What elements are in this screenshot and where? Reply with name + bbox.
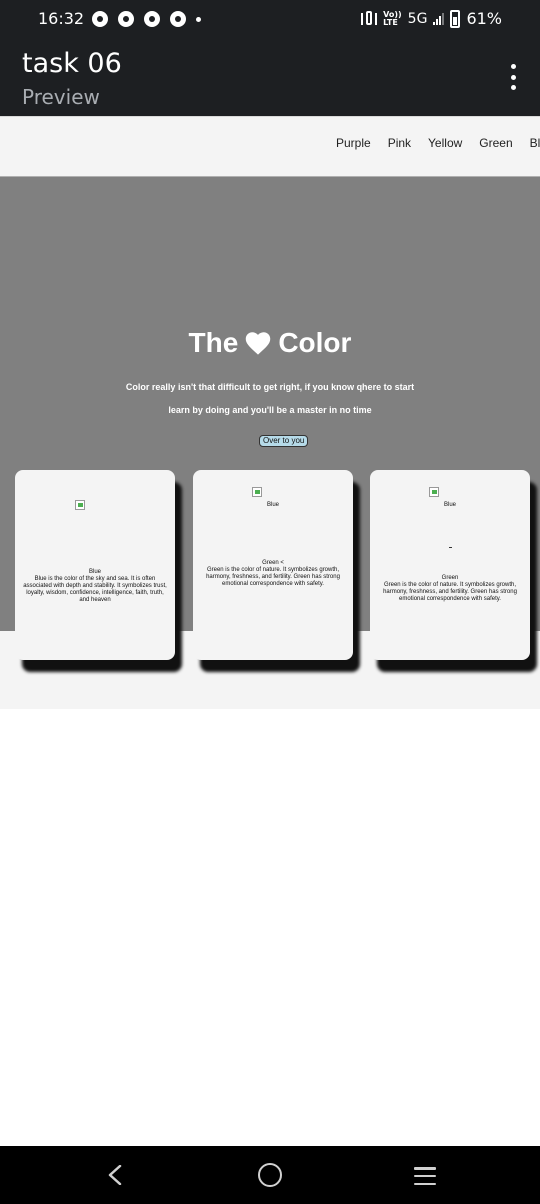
back-icon[interactable] [106,1165,124,1185]
color-card-blue: Blue Blue is the color of the sky and se… [15,470,175,660]
notification-icons [92,11,201,27]
broken-image-icon [75,500,85,510]
nav-link-purple[interactable]: Purple [336,136,371,150]
chrome-notification-icon [170,11,186,27]
status-time: 16:32 [38,9,85,28]
nav-link-blue[interactable]: Bl [530,136,540,150]
card-image-alt: Blue [266,502,279,508]
more-notifications-dot-icon [196,16,201,22]
signal-strength-icon [433,12,445,25]
card-heading: Green [441,575,459,581]
hero-text-line-1: Color really isn't that difficult to get… [125,382,415,392]
card-description: Blue is the color of the sky and sea. It… [23,576,167,603]
system-nav-bar [0,1146,540,1204]
volte-label: Vo)) LTE [383,9,402,27]
app-title: task 06 [22,48,122,79]
app-subtitle: Preview [22,85,100,109]
nav-link-green[interactable]: Green [479,136,512,150]
hero-text-line-2: learn by doing and you'll be a master in… [168,405,372,415]
recents-icon[interactable] [414,1167,436,1185]
broken-image-icon [429,487,439,497]
broken-image-icon [252,487,262,497]
system-status-icons: Vo)) LTE 5G 61% [361,9,502,28]
heart-icon [246,332,271,355]
card-separator [449,547,452,548]
over-to-you-button[interactable]: Over to you [259,435,309,447]
app-bar: task 06 Preview [0,38,540,116]
card-image-alt: Blue [443,502,456,508]
color-card-green-2: Blue Green Green is the color of nature.… [370,470,530,660]
nav-links: Purple Pink Yellow Green Bl [336,136,540,150]
site-nav: Purple Pink Yellow Green Bl [0,116,540,176]
network-type: 5G [407,10,428,27]
battery-icon [450,9,461,28]
nav-link-pink[interactable]: Pink [388,136,411,150]
chrome-notification-icon [144,11,160,27]
battery-percent: 61% [466,9,502,28]
card-heading: Blue [88,569,101,575]
hero-title: The Color [0,327,540,359]
hero-title-right: Color [278,327,352,358]
color-card-green: Blue Green < Green is the color of natur… [193,470,353,660]
overflow-menu-icon[interactable] [508,64,518,90]
card-description: Green is the color of nature. It symboli… [383,582,517,602]
hero-title-left: The [188,327,239,358]
nav-link-yellow[interactable]: Yellow [428,136,462,150]
chrome-notification-icon [92,11,108,27]
vibrate-icon [361,10,378,25]
status-bar: 16:32 Vo)) LTE 5G 61% [0,0,540,38]
home-icon[interactable] [258,1163,282,1187]
card-description: Green is the color of nature. It symboli… [206,567,340,587]
card-heading: Green < [262,560,284,566]
chrome-notification-icon [118,11,134,27]
